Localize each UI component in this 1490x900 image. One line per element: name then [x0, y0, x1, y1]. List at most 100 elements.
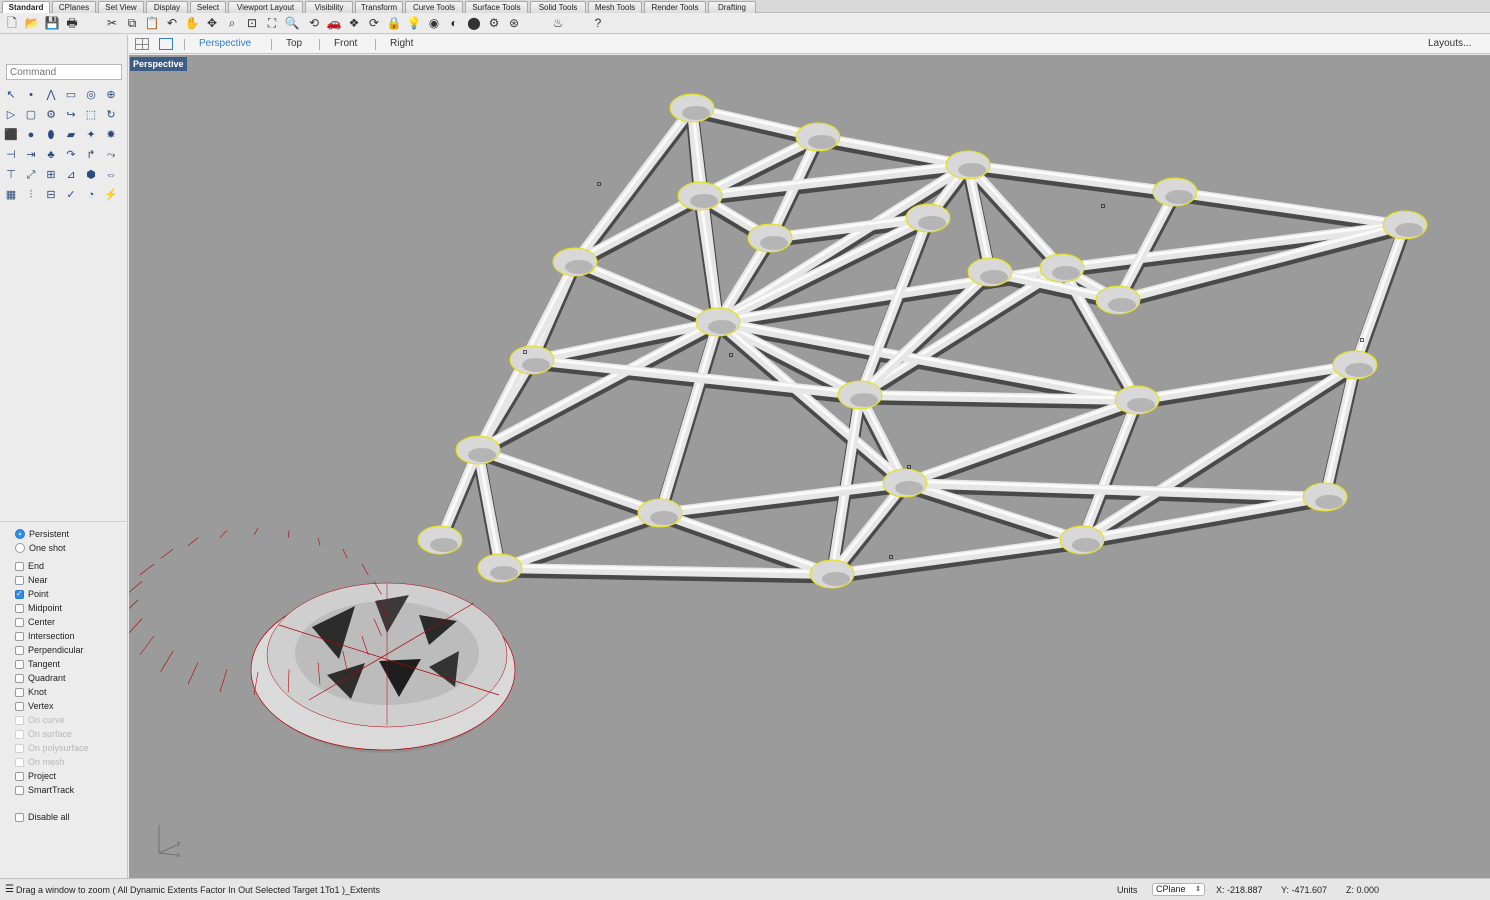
move-icon[interactable]: ⇥	[23, 147, 39, 163]
tab-set-view[interactable]: Set View	[98, 1, 144, 13]
tab-solid-tools[interactable]: Solid Tools	[530, 1, 586, 13]
lamp-icon[interactable]: ♨	[550, 15, 566, 31]
tab-mesh-tools[interactable]: Mesh Tools	[588, 1, 642, 13]
analyze-icon[interactable]: ◔	[83, 187, 99, 203]
named-views-icon[interactable]: ⟲	[306, 15, 322, 31]
osnap-quadrant[interactable]: Quadrant	[15, 671, 66, 685]
osnap-one-shot-radio[interactable]: One shot	[15, 541, 66, 555]
tab-drafting[interactable]: Drafting	[708, 1, 756, 13]
osnap-midpoint[interactable]: Midpoint	[15, 601, 62, 615]
multiple-icon[interactable]: ✦	[83, 127, 99, 143]
tab-standard[interactable]: Standard	[2, 1, 50, 13]
solid-box-icon[interactable]: ⬛	[3, 127, 19, 143]
tab-perspective[interactable]: Perspective	[199, 38, 251, 49]
zoom-extents-icon[interactable]: ⛶	[264, 15, 280, 31]
mirror-icon[interactable]: ⊿	[63, 167, 79, 183]
command-input[interactable]	[6, 64, 122, 80]
undo-icon[interactable]: ↶	[164, 15, 180, 31]
cplane-select[interactable]: CPlane ⇕	[1152, 883, 1205, 896]
osnap-near[interactable]: Near	[15, 573, 48, 587]
osnap-end[interactable]: End	[15, 559, 44, 573]
scale-icon[interactable]: ⤢	[23, 167, 39, 183]
four-view-layout-icon[interactable]	[135, 38, 149, 50]
osnap-intersection[interactable]: Intersection	[15, 629, 75, 643]
trim-icon[interactable]: ⤳	[103, 147, 119, 163]
cut-icon[interactable]: ✂	[104, 15, 120, 31]
point-object[interactable]	[1101, 204, 1105, 208]
sphere-icon[interactable]: ⬤	[466, 15, 482, 31]
viewport-title[interactable]: Perspective	[130, 57, 187, 71]
tab-viewport-layout[interactable]: Viewport Layout	[228, 1, 303, 13]
layer-icon[interactable]: ⫶	[23, 187, 39, 203]
tab-right[interactable]: Right	[390, 38, 413, 49]
tab-curve-tools[interactable]: Curve Tools	[405, 1, 463, 13]
osnap-point[interactable]: Point	[15, 587, 49, 601]
options-icon[interactable]: ⊛	[506, 15, 522, 31]
circle-icon[interactable]: ◎	[83, 87, 99, 103]
select-arrow-icon[interactable]: ↖	[3, 87, 19, 103]
rotate-view-icon[interactable]: ✥	[204, 15, 220, 31]
osnap-tangent[interactable]: Tangent	[15, 657, 60, 671]
light-icon[interactable]: 💡	[406, 15, 422, 31]
sync-icon[interactable]: ⟳	[366, 15, 382, 31]
cylinder-icon[interactable]: ⬮	[43, 127, 59, 143]
check-icon[interactable]: ✓	[63, 187, 79, 203]
grid-icon[interactable]: ▦	[3, 187, 19, 203]
point-object[interactable]	[597, 182, 601, 186]
paste-icon[interactable]: 📋	[144, 15, 160, 31]
curve-icon[interactable]: ↪	[63, 107, 79, 123]
join-icon[interactable]: ⊣	[3, 147, 19, 163]
render-tool-icon[interactable]: ⚡	[103, 187, 119, 203]
tab-display[interactable]: Display	[146, 1, 188, 13]
chamfer-icon[interactable]: ↱	[83, 147, 99, 163]
tab-transform[interactable]: Transform	[355, 1, 403, 13]
point-object[interactable]	[907, 465, 911, 469]
color-wheel-icon[interactable]: ◉	[426, 15, 442, 31]
explode-icon[interactable]: ✸	[103, 127, 119, 143]
point-object[interactable]	[889, 555, 893, 559]
surface-icon[interactable]: ⬚	[83, 107, 99, 123]
edit-curve-icon[interactable]: ↻	[103, 107, 119, 123]
mesh-icon[interactable]: ⬢	[83, 167, 99, 183]
tab-surface-tools[interactable]: Surface Tools	[465, 1, 528, 13]
model-canvas[interactable]: y x	[129, 55, 1490, 878]
save-icon[interactable]: 💾	[44, 15, 60, 31]
gear-icon[interactable]: ⚙	[486, 15, 502, 31]
region-select-icon[interactable]: ▷	[3, 107, 19, 123]
gear-select-icon[interactable]: ⚙	[43, 107, 59, 123]
material-icon[interactable]: ◐	[446, 15, 462, 31]
sphere-tool-icon[interactable]: ●	[23, 127, 39, 143]
osnap-center[interactable]: Center	[15, 615, 55, 629]
transform-icon[interactable]: ⊤	[3, 167, 19, 183]
ellipse-icon[interactable]: ⊕	[103, 87, 119, 103]
polyline-icon[interactable]: ⋀	[43, 87, 59, 103]
boolean-icon[interactable]: ♣	[43, 147, 59, 163]
tab-top[interactable]: Top	[286, 38, 302, 49]
box-select-icon[interactable]: ▢	[23, 107, 39, 123]
tab-cplanes[interactable]: CPlanes	[52, 1, 96, 13]
car-icon[interactable]: 🚗	[326, 15, 342, 31]
rectangle-icon[interactable]: ▭	[63, 87, 79, 103]
help-icon[interactable]: ?	[590, 15, 606, 31]
menu-icon[interactable]: ☰	[5, 884, 14, 895]
zoom-icon[interactable]: ⌕	[224, 15, 240, 31]
new-file-icon[interactable]: 🗋	[4, 15, 20, 31]
point-object[interactable]	[729, 353, 733, 357]
array-icon[interactable]: ⊞	[43, 167, 59, 183]
single-view-layout-icon[interactable]	[159, 38, 173, 50]
tab-select[interactable]: Select	[190, 1, 226, 13]
osnap-vertex[interactable]: Vertex	[15, 699, 54, 713]
units-button[interactable]: Units	[1117, 885, 1138, 895]
layouts-button[interactable]: Layouts...	[1428, 38, 1471, 49]
zoom-window-icon[interactable]: ⊡	[244, 15, 260, 31]
osnap-knot[interactable]: Knot	[15, 685, 47, 699]
osnap-smarttrack[interactable]: SmartTrack	[15, 783, 74, 797]
fillet-icon[interactable]: ↷	[63, 147, 79, 163]
copy-icon[interactable]: ⧉	[124, 15, 140, 31]
osnap-persistent-radio[interactable]: Persistent	[15, 527, 69, 541]
osnap-perpendicular[interactable]: Perpendicular	[15, 643, 84, 657]
osnap-disable-all[interactable]: Disable all	[15, 810, 70, 824]
tab-visibility[interactable]: Visibility	[305, 1, 353, 13]
osnap-project[interactable]: Project	[15, 769, 56, 783]
print-icon[interactable]: 🖶	[64, 15, 80, 31]
